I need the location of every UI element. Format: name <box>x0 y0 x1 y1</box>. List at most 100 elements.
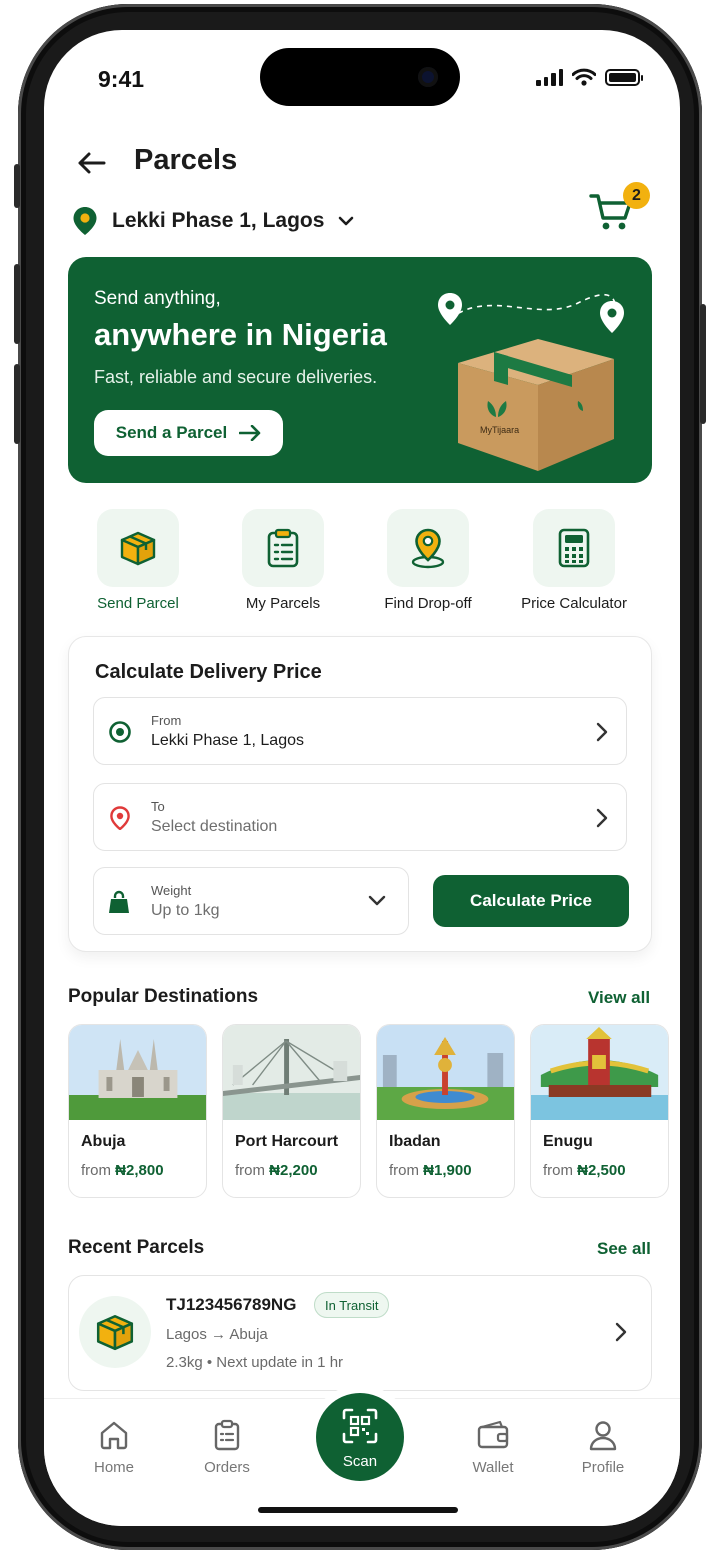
nav-label: Orders <box>204 1459 250 1476</box>
home-icon <box>100 1421 128 1450</box>
chevron-right-icon <box>596 808 608 828</box>
location-pin-icon <box>73 207 97 235</box>
from-value: Lekki Phase 1, Lagos <box>151 732 304 749</box>
parcel-meta: 2.3kg • Next update in 1 hr <box>166 1354 344 1371</box>
destination-price: from ₦1,900 <box>389 1162 472 1179</box>
port-harcourt-image <box>223 1025 360 1120</box>
origin-dot-icon <box>109 721 131 743</box>
nav-label: Home <box>93 1459 134 1476</box>
quick-action-price-calculator[interactable]: Price Calculator <box>504 509 644 612</box>
chevron-down-icon <box>339 216 354 226</box>
destination-name: Abuja <box>81 1133 126 1150</box>
popular-destinations-title: Popular Destinations <box>68 986 259 1007</box>
recent-parcel-item[interactable]: TJ123456789NG In Transit Lagos → Abuja 2… <box>68 1275 652 1391</box>
see-all-link[interactable]: See all <box>597 1239 651 1259</box>
arrow-right-icon <box>239 425 261 441</box>
ibadan-image <box>377 1025 514 1120</box>
silent-switch <box>14 164 20 208</box>
destination-card-enugu[interactable]: Enugu from ₦2,500 <box>530 1024 669 1198</box>
quick-action-find-drop-off[interactable]: Find Drop-off <box>358 509 498 612</box>
nav-label: Wallet <box>472 1459 514 1476</box>
chevron-right-icon <box>615 1322 627 1342</box>
home-indicator[interactable] <box>258 1507 458 1513</box>
destination-name: Ibadan <box>389 1133 441 1150</box>
send-parcel-tile <box>97 509 179 587</box>
hero-line-1: Send anything, <box>94 288 221 309</box>
tracking-number: TJ123456789NG <box>166 1295 297 1314</box>
calculator-icon <box>558 528 590 568</box>
quick-action-send-parcel[interactable]: Send Parcel <box>68 509 208 612</box>
to-field[interactable]: To Select destination <box>93 783 627 851</box>
hero-headline: anywhere in Nigeria <box>94 317 387 352</box>
enugu-image <box>531 1025 668 1120</box>
box-brand-text: MyTijaara <box>480 425 519 435</box>
orders-icon <box>214 1419 240 1451</box>
parcel-icon-circle <box>79 1296 151 1368</box>
quick-action-label: Send Parcel <box>97 595 179 612</box>
quick-action-label: Price Calculator <box>521 595 627 612</box>
volume-down-button <box>14 364 20 444</box>
calculator-title: Calculate Delivery Price <box>95 661 322 683</box>
signal-icon <box>536 68 563 86</box>
destination-name: Enugu <box>543 1133 593 1150</box>
from-label: From <box>151 713 182 728</box>
back-arrow-icon[interactable] <box>74 146 108 180</box>
parcel-box-illustration: MyTijaara <box>438 293 624 471</box>
hero-subtitle: Fast, reliable and secure deliveries. <box>94 367 378 387</box>
to-label: To <box>151 799 165 814</box>
to-placeholder: Select destination <box>151 818 278 835</box>
calculate-price-button[interactable]: Calculate Price <box>433 875 629 927</box>
wallet-icon <box>477 1420 509 1449</box>
send-a-parcel-button[interactable]: Send a Parcel <box>94 410 283 456</box>
find-drop-off-tile <box>387 509 469 587</box>
battery-icon <box>605 68 643 86</box>
cart-button[interactable]: 2 <box>588 182 650 242</box>
view-all-link[interactable]: View all <box>588 988 650 1008</box>
chevron-right-icon <box>596 722 608 742</box>
status-badge: In Transit <box>314 1292 390 1318</box>
nav-wallet[interactable]: Wallet <box>448 1419 538 1476</box>
map-pin-icon <box>411 528 445 569</box>
power-button <box>700 304 706 424</box>
nav-label: Scan <box>342 1453 378 1470</box>
quick-action-label: My Parcels <box>245 595 321 612</box>
price-calculator-card: Calculate Delivery Price From Lekki Phas… <box>68 636 652 952</box>
destination-card-port-harcourt[interactable]: Port Harcourt from ₦2,200 <box>222 1024 361 1198</box>
cart-count-badge: 2 <box>623 182 650 209</box>
weight-label: Weight <box>151 883 192 898</box>
quick-action-my-parcels[interactable]: My Parcels <box>213 509 353 612</box>
my-parcels-tile <box>242 509 324 587</box>
weight-value: Up to 1kg <box>151 902 220 919</box>
profile-icon <box>589 1421 617 1451</box>
dynamic-island <box>260 48 460 106</box>
camera-icon <box>418 67 438 87</box>
nav-profile[interactable]: Profile <box>558 1419 648 1476</box>
nav-orders[interactable]: Orders <box>182 1419 272 1476</box>
location-selector[interactable]: Lekki Phase 1, Lagos <box>72 206 354 236</box>
weight-select[interactable]: Weight Up to 1kg <box>93 867 409 935</box>
parcel-box-icon <box>96 1314 134 1351</box>
status-time: 9:41 <box>98 66 145 92</box>
quick-actions: Send Parcel My Parcels Find Drop-off Pri… <box>68 509 656 619</box>
destination-price: from ₦2,500 <box>543 1162 626 1179</box>
send-a-parcel-label: Send a Parcel <box>115 423 228 442</box>
nav-home[interactable]: Home <box>69 1419 159 1476</box>
volume-up-button <box>14 264 20 344</box>
destination-card-abuja[interactable]: Abuja from ₦2,800 <box>68 1024 207 1198</box>
from-field[interactable]: From Lekki Phase 1, Lagos <box>93 697 627 765</box>
clipboard-icon <box>267 528 299 568</box>
wifi-icon <box>572 68 596 86</box>
hero-banner: Send anything, anywhere in Nigeria Fast,… <box>68 257 652 483</box>
price-calculator-tile <box>533 509 615 587</box>
chevron-down-icon <box>368 895 386 906</box>
nav-label: Profile <box>581 1459 625 1476</box>
weight-bag-icon <box>109 890 129 913</box>
quick-action-label: Find Drop-off <box>384 595 472 612</box>
app-screen: 9:41 Parcels Lekki Phase 1, Lagos 2 Send… <box>44 30 680 1526</box>
nav-scan-button[interactable]: Scan <box>316 1393 404 1481</box>
destination-card-ibadan[interactable]: Ibadan from ₦1,900 <box>376 1024 515 1198</box>
destination-price: from ₦2,200 <box>235 1162 318 1179</box>
parcel-route: Lagos → Abuja <box>166 1326 268 1343</box>
destination-pin-icon <box>110 806 130 830</box>
status-icons <box>536 68 643 86</box>
